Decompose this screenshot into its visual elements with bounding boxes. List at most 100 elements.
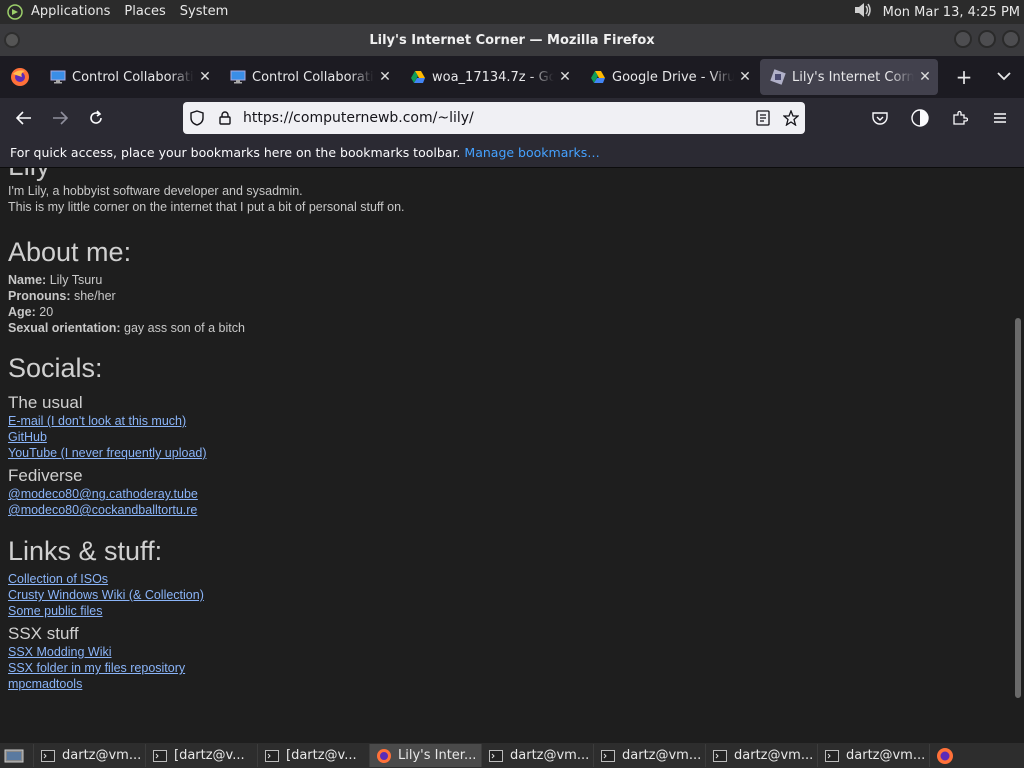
usual-heading: The usual — [8, 393, 83, 412]
page-heading-cut-off: Lily — [8, 168, 50, 182]
monitor-icon — [230, 69, 246, 85]
tab-close-icon[interactable]: ✕ — [738, 69, 752, 85]
isos-link[interactable]: Collection of ISOs — [8, 571, 1012, 587]
terminal-icon — [824, 749, 840, 763]
bookmarks-toolbar: For quick access, place your bookmarks h… — [0, 138, 1024, 168]
site-icon — [770, 69, 786, 85]
window-menu-icon[interactable] — [4, 32, 20, 48]
taskbar-item-terminal-4[interactable]: dartz@vm... — [482, 744, 594, 767]
terminal-icon — [152, 749, 168, 763]
links-heading: Links & stuff: — [8, 536, 163, 566]
ssx-modding-wiki-link[interactable]: SSX Modding Wiki — [8, 644, 1012, 660]
firefox-view-icon[interactable] — [0, 56, 40, 98]
tab-strip: Control Collaborative ✕ Control Collabor… — [0, 56, 1024, 98]
places-menu[interactable]: Places — [117, 0, 172, 24]
taskbar-item-terminal-2[interactable]: [dartz@v... — [146, 744, 258, 767]
window-title: Lily's Internet Corner — Mozilla Firefox — [369, 32, 655, 48]
tab-close-icon[interactable]: ✕ — [558, 69, 572, 85]
tab-close-icon[interactable]: ✕ — [918, 69, 932, 85]
gnome-foot-icon[interactable] — [6, 3, 24, 21]
ssx-folder-link[interactable]: SSX folder in my files repository — [8, 660, 1012, 676]
google-drive-icon — [410, 69, 426, 85]
public-files-link[interactable]: Some public files — [8, 603, 1012, 619]
terminal-icon — [712, 749, 728, 763]
url-text[interactable]: https://computernewb.com/~lily/ — [239, 110, 749, 126]
bottom-taskbar: dartz@vm... [dartz@v... [dartz@v... Lily… — [0, 743, 1024, 768]
tab-close-icon[interactable]: ✕ — [378, 69, 392, 85]
crusty-windows-wiki-link[interactable]: Crusty Windows Wiki (& Collection) — [8, 587, 1012, 603]
url-bar[interactable]: https://computernewb.com/~lily/ — [183, 102, 805, 134]
taskbar-firefox-launcher-icon[interactable] — [930, 744, 960, 767]
manage-bookmarks-link[interactable]: Manage bookmarks… — [464, 145, 599, 160]
tab-title: Control Collaborative — [72, 69, 194, 85]
tab-title: woa_17134.7z - Google — [432, 69, 554, 85]
navigation-toolbar: https://computernewb.com/~lily/ — [0, 98, 1024, 138]
email-link[interactable]: E-mail (I don't look at this much) — [8, 413, 1012, 429]
page-scrollbar[interactable] — [1012, 168, 1024, 743]
reload-button[interactable] — [78, 102, 114, 134]
maximize-button[interactable] — [978, 30, 996, 48]
window-titlebar[interactable]: Lily's Internet Corner — Mozilla Firefox — [0, 24, 1024, 56]
terminal-icon — [40, 749, 56, 763]
extensions-icon[interactable] — [942, 102, 978, 134]
about-row-orientation: Sexual orientation: gay ass son of a bit… — [8, 321, 245, 335]
about-row-age: Age: 20 — [8, 305, 54, 319]
firefox-icon — [376, 748, 392, 763]
account-icon[interactable] — [902, 102, 938, 134]
tab-control-collaborative-1[interactable]: Control Collaborative ✕ — [40, 59, 218, 95]
ssx-heading: SSX stuff — [8, 624, 79, 643]
intro-line-1: I'm Lily, a hobbyist software developer … — [8, 184, 303, 198]
taskbar-item-terminal-6[interactable]: dartz@vm... — [706, 744, 818, 767]
tab-lilys-internet-corner[interactable]: Lily's Internet Corner ✕ — [760, 59, 938, 95]
taskbar-item-terminal-3[interactable]: [dartz@v... — [258, 744, 370, 767]
youtube-link[interactable]: YouTube (I never frequently upload) — [8, 445, 1012, 461]
fediverse-link-cathoderay[interactable]: @modeco80@ng.cathoderay.tube — [8, 486, 1012, 502]
menu-hamburger-icon[interactable] — [982, 102, 1018, 134]
tab-woa-download[interactable]: woa_17134.7z - Google ✕ — [400, 59, 578, 95]
top-panel: Applications Places System Mon Mar 13, 4… — [0, 0, 1024, 24]
minimize-button[interactable] — [954, 30, 972, 48]
tracking-protection-shield-icon[interactable] — [183, 110, 211, 126]
terminal-icon — [264, 749, 280, 763]
terminal-icon — [488, 749, 504, 763]
pocket-icon[interactable] — [862, 102, 898, 134]
terminal-icon — [600, 749, 616, 763]
about-row-name: Name: Lily Tsuru — [8, 273, 103, 287]
bookmark-star-icon[interactable] — [777, 110, 805, 126]
forward-button[interactable] — [42, 102, 78, 134]
system-menu[interactable]: System — [173, 0, 235, 24]
taskbar-item-terminal-1[interactable]: dartz@vm... — [34, 744, 146, 767]
tab-title: Lily's Internet Corner — [792, 69, 914, 85]
reader-view-icon[interactable] — [749, 110, 777, 126]
fediverse-link-cockandballtortu[interactable]: @modeco80@cockandballtortu.re — [8, 502, 1012, 518]
bookmarks-empty-message: For quick access, place your bookmarks h… — [10, 145, 461, 160]
intro-line-2: This is my little corner on the internet… — [8, 200, 405, 214]
fediverse-heading: Fediverse — [8, 466, 83, 485]
tab-control-collaborative-2[interactable]: Control Collaborative ✕ — [220, 59, 398, 95]
panel-clock[interactable]: Mon Mar 13, 4:25 PM — [883, 5, 1020, 20]
tab-close-icon[interactable]: ✕ — [198, 69, 212, 85]
lock-icon[interactable] — [211, 111, 239, 125]
page-content: Lily I'm Lily, a hobbyist software devel… — [0, 168, 1012, 743]
about-heading: About me: — [8, 237, 132, 267]
github-link[interactable]: GitHub — [8, 429, 1012, 445]
monitor-icon — [50, 69, 66, 85]
show-desktop-icon[interactable] — [0, 744, 34, 767]
tab-google-drive-virus[interactable]: Google Drive - Virus ✕ — [580, 59, 758, 95]
scrollbar-thumb[interactable] — [1015, 318, 1021, 698]
socials-heading: Socials: — [8, 353, 103, 383]
taskbar-item-terminal-7[interactable]: dartz@vm... — [818, 744, 930, 767]
taskbar-item-firefox[interactable]: Lily's Inter... — [370, 744, 482, 767]
about-row-pronouns: Pronouns: she/her — [8, 289, 116, 303]
google-drive-icon — [590, 69, 606, 85]
list-all-tabs-icon[interactable] — [984, 69, 1024, 85]
volume-icon[interactable] — [853, 1, 873, 23]
tab-title: Google Drive - Virus — [612, 69, 734, 85]
applications-menu[interactable]: Applications — [24, 0, 117, 24]
close-window-button[interactable] — [1002, 30, 1020, 48]
taskbar-item-terminal-5[interactable]: dartz@vm... — [594, 744, 706, 767]
tab-title: Control Collaborative — [252, 69, 374, 85]
mpcmadtools-link[interactable]: mpcmadtools — [8, 676, 1012, 692]
new-tab-button[interactable]: + — [944, 65, 984, 89]
back-button[interactable] — [6, 102, 42, 134]
